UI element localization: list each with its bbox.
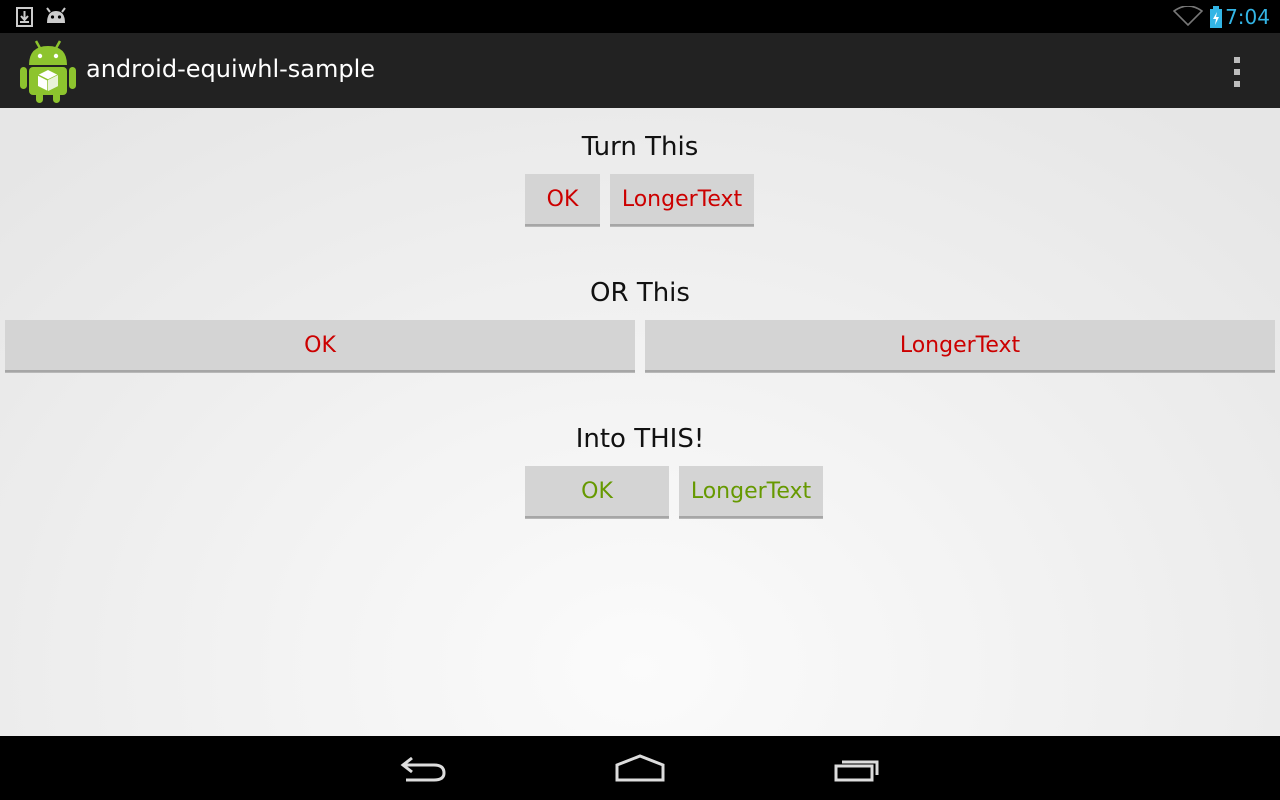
- ok-button-stretched[interactable]: OK: [5, 320, 635, 372]
- action-bar: android-equiwhl-sample: [0, 33, 1280, 108]
- battery-icon: [1209, 6, 1223, 32]
- navigation-bar: [0, 736, 1280, 800]
- heading-into-this: Into THIS!: [575, 424, 705, 454]
- longertext-button-stretched[interactable]: LongerText: [645, 320, 1275, 372]
- android-debug-icon: [44, 7, 68, 29]
- recents-icon[interactable]: [832, 756, 882, 788]
- home-icon[interactable]: [614, 754, 666, 786]
- longertext-button-original[interactable]: LongerText: [610, 174, 754, 226]
- longertext-button-equal[interactable]: LongerText: [679, 466, 823, 518]
- overflow-menu-icon[interactable]: [1224, 55, 1250, 89]
- back-icon[interactable]: [398, 754, 448, 788]
- status-time: 7:04: [1225, 5, 1270, 29]
- download-icon: [16, 7, 34, 31]
- heading-turn-this: Turn This: [581, 132, 699, 162]
- ok-button-equal[interactable]: OK: [525, 466, 669, 518]
- heading-or-this: OR This: [590, 278, 690, 308]
- wifi-icon: [1172, 5, 1204, 30]
- status-bar: 7:04: [0, 0, 1280, 33]
- android-robot-icon[interactable]: [19, 37, 77, 107]
- app-title: android-equiwhl-sample: [86, 55, 376, 83]
- ok-button-original[interactable]: OK: [525, 174, 600, 226]
- main-content: Turn This OK LongerText OR This OK Longe…: [0, 108, 1280, 736]
